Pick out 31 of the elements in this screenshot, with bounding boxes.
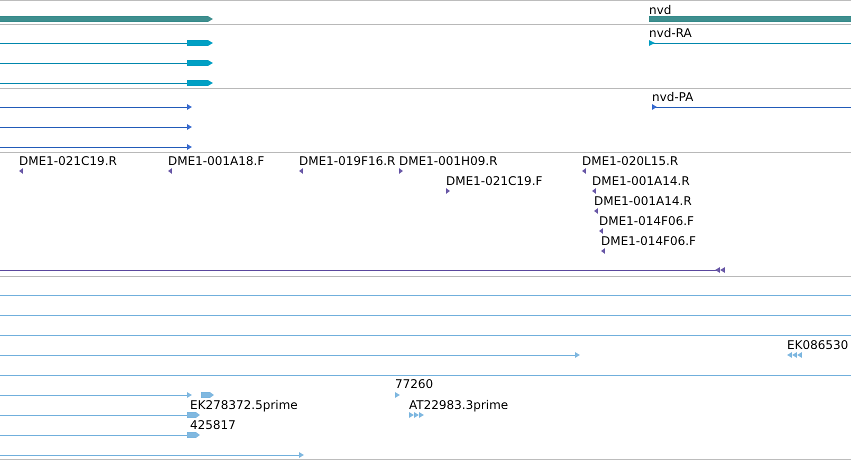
primer-marker (19, 168, 23, 174)
est-label: EK086530 (787, 338, 848, 352)
est-label: AT22983.3prime (409, 398, 508, 412)
primer-marker (582, 168, 586, 174)
primer-marker (592, 188, 596, 194)
primer-marker (399, 168, 403, 174)
primer-marker (299, 168, 303, 174)
est-label: EK278372.5prime (190, 398, 298, 412)
gene-label: nvd (649, 3, 672, 17)
primer-label: DME1-001H09.R (399, 154, 498, 168)
primer-marker (599, 228, 603, 234)
est-drawing (409, 412, 424, 418)
primer-marker (446, 188, 450, 194)
primer-label: DME1-014F06.F (601, 234, 696, 248)
transcript-label: nvd-RA (649, 26, 692, 40)
est-label: 77260 (395, 377, 434, 391)
primer-label: DME1-021C19.F (446, 174, 542, 188)
est-drawing (787, 352, 802, 358)
primer-marker (168, 168, 172, 174)
primer-marker (594, 208, 598, 214)
primer-marker (601, 248, 605, 254)
primer-label: DME1-001A14.R (594, 194, 692, 208)
est-label: 425817 (190, 418, 236, 432)
primer-label: DME1-020L15.R (582, 154, 678, 168)
primer-label: DME1-014F06.F (599, 214, 694, 228)
primer-label: DME1-019F16.R (299, 154, 396, 168)
primer-label: DME1-021C19.R (19, 154, 117, 168)
primer-label: DME1-001A14.R (592, 174, 690, 188)
est-marker (395, 392, 400, 398)
primer-label: DME1-001A18.F (168, 154, 264, 168)
protein-label: nvd-PA (652, 90, 694, 104)
